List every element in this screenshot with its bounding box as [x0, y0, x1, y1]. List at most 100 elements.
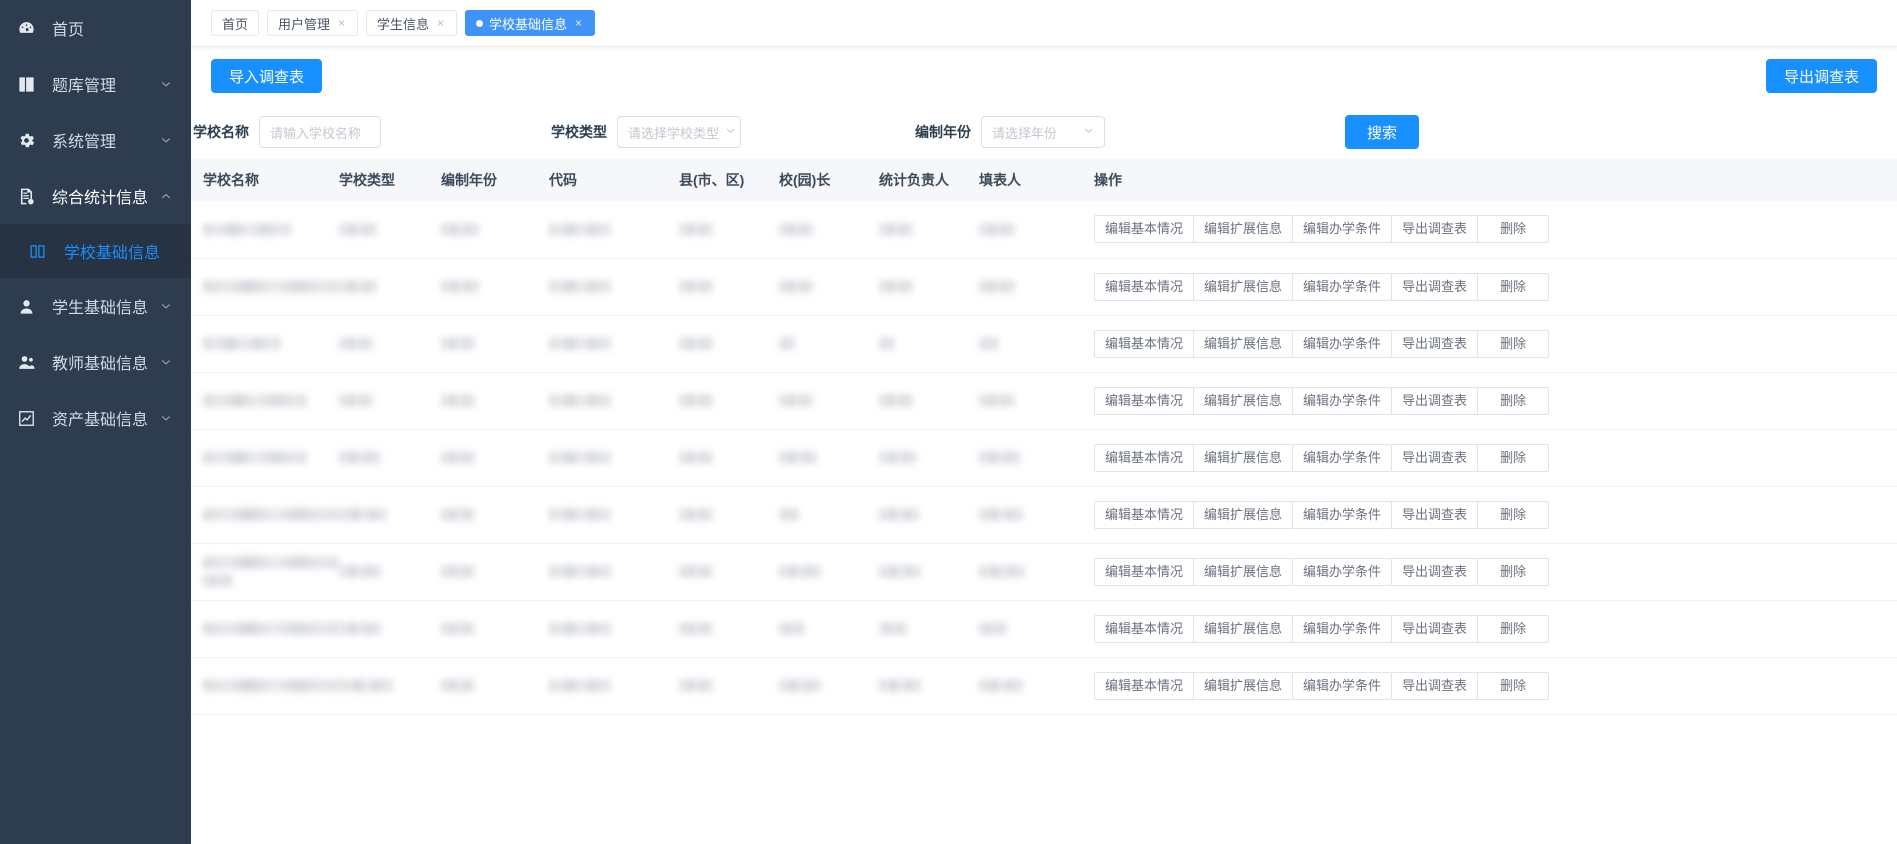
- close-icon[interactable]: ×: [435, 17, 446, 29]
- sidebar-item-student-info[interactable]: 学生基础信息: [0, 278, 191, 334]
- export-survey-row-button[interactable]: 导出调查表: [1391, 557, 1479, 586]
- edit-school-conditions-button[interactable]: 编辑办学条件: [1292, 272, 1393, 301]
- export-survey-row-button[interactable]: 导出调查表: [1391, 386, 1479, 415]
- edit-extended-info-button[interactable]: 编辑扩展信息: [1193, 671, 1294, 700]
- sidebar-item-question-bank[interactable]: 题库管理: [0, 56, 191, 112]
- school-name-input[interactable]: 请输入学校名称: [259, 116, 381, 148]
- edit-extended-info-button[interactable]: 编辑扩展信息: [1193, 215, 1294, 244]
- sidebar-item-statistics[interactable]: 综合统计信息: [0, 168, 191, 224]
- sidebar-item-system[interactable]: 系统管理: [0, 112, 191, 168]
- search-button[interactable]: 搜索: [1345, 115, 1420, 149]
- table-cell-redacted: [879, 543, 979, 601]
- sidebar-item-school-basic-info[interactable]: 学校基础信息: [0, 224, 191, 278]
- sidebar: 首页 题库管理 系统管理 综合统计信息 学校基础信息 学生基础信息 教师基础信息…: [0, 0, 191, 844]
- table-cell-actions: 编辑基本情况 编辑扩展信息 编辑办学条件 导出调查表 删除: [1094, 372, 1897, 430]
- edit-extended-info-button[interactable]: 编辑扩展信息: [1193, 500, 1294, 529]
- edit-basic-info-button[interactable]: 编辑基本情况: [1094, 329, 1195, 358]
- close-icon[interactable]: ×: [336, 17, 347, 29]
- edit-extended-info-button[interactable]: 编辑扩展信息: [1193, 386, 1294, 415]
- tab-school-basic-info[interactable]: 学校基础信息 ×: [465, 10, 596, 36]
- export-survey-button[interactable]: 导出调查表: [1765, 59, 1877, 93]
- table-cell-actions: 编辑基本情况 编辑扩展信息 编辑办学条件 导出调查表 删除: [1094, 201, 1897, 259]
- edit-basic-info-button[interactable]: 编辑基本情况: [1094, 614, 1195, 643]
- delete-row-button[interactable]: 删除: [1477, 215, 1550, 244]
- school-table: 学校名称 学校类型 编制年份 代码 县(市、区) 校(园)长 统计负责人 填表人…: [191, 159, 1897, 715]
- export-survey-row-button[interactable]: 导出调查表: [1391, 500, 1479, 529]
- delete-row-button[interactable]: 删除: [1477, 443, 1550, 472]
- table-cell-redacted: [339, 258, 441, 316]
- active-dot-icon: [476, 19, 484, 27]
- table-cell-redacted: [879, 372, 979, 430]
- edit-basic-info-button[interactable]: 编辑基本情况: [1094, 443, 1195, 472]
- edit-extended-info-button[interactable]: 编辑扩展信息: [1193, 272, 1294, 301]
- table-row: 编辑基本情况 编辑扩展信息 编辑办学条件 导出调查表 删除: [191, 486, 1897, 544]
- delete-row-button[interactable]: 删除: [1477, 557, 1550, 586]
- export-survey-row-button[interactable]: 导出调查表: [1391, 671, 1479, 700]
- export-survey-row-button[interactable]: 导出调查表: [1391, 272, 1479, 301]
- edit-extended-info-button[interactable]: 编辑扩展信息: [1193, 443, 1294, 472]
- tab-user-management[interactable]: 用户管理 ×: [267, 10, 359, 36]
- sidebar-item-label: 资产基础信息: [52, 412, 149, 429]
- edit-extended-info-button[interactable]: 编辑扩展信息: [1193, 614, 1294, 643]
- export-survey-row-button[interactable]: 导出调查表: [1391, 614, 1479, 643]
- chevron-down-icon: [159, 355, 173, 369]
- tab-home[interactable]: 首页: [211, 10, 260, 36]
- edit-basic-info-button[interactable]: 编辑基本情况: [1094, 671, 1195, 700]
- export-survey-row-button[interactable]: 导出调查表: [1391, 329, 1479, 358]
- table-row: 编辑基本情况 编辑扩展信息 编辑办学条件 导出调查表 删除: [191, 372, 1897, 430]
- edit-school-conditions-button[interactable]: 编辑办学条件: [1292, 500, 1393, 529]
- table-cell-redacted: [441, 657, 549, 715]
- delete-row-button[interactable]: 删除: [1477, 614, 1550, 643]
- compile-year-select[interactable]: 请选择年份: [981, 116, 1105, 148]
- edit-basic-info-button[interactable]: 编辑基本情况: [1094, 215, 1195, 244]
- edit-extended-info-button[interactable]: 编辑扩展信息: [1193, 329, 1294, 358]
- edit-school-conditions-button[interactable]: 编辑办学条件: [1292, 443, 1393, 472]
- table-cell-redacted: [779, 486, 879, 544]
- gear-icon: [14, 128, 38, 152]
- edit-school-conditions-button[interactable]: 编辑办学条件: [1292, 386, 1393, 415]
- tab-student-info[interactable]: 学生信息 ×: [366, 10, 458, 36]
- edit-school-conditions-button[interactable]: 编辑办学条件: [1292, 329, 1393, 358]
- table-cell-redacted: [779, 429, 879, 487]
- tab-bar: 首页 用户管理 × 学生信息 × 学校基础信息 ×: [191, 0, 1897, 47]
- sidebar-item-asset-info[interactable]: 资产基础信息: [0, 390, 191, 446]
- sidebar-item-home[interactable]: 首页: [0, 0, 191, 56]
- tab-label: 用户管理: [278, 16, 331, 32]
- table-cell-redacted: [879, 600, 979, 658]
- edit-school-conditions-button[interactable]: 编辑办学条件: [1292, 671, 1393, 700]
- table-cell-redacted: [549, 372, 679, 430]
- delete-row-button[interactable]: 删除: [1477, 500, 1550, 529]
- delete-row-button[interactable]: 删除: [1477, 272, 1550, 301]
- table-cell-redacted: [441, 429, 549, 487]
- table-cell-redacted: [191, 258, 339, 316]
- table-cell-redacted: [979, 543, 1094, 601]
- sidebar-item-teacher-info[interactable]: 教师基础信息: [0, 334, 191, 390]
- table-cell-redacted: [549, 258, 679, 316]
- edit-basic-info-button[interactable]: 编辑基本情况: [1094, 500, 1195, 529]
- edit-basic-info-button[interactable]: 编辑基本情况: [1094, 557, 1195, 586]
- school-type-label: 学校类型: [551, 124, 607, 140]
- school-type-placeholder: 请选择学校类型: [628, 125, 720, 141]
- edit-basic-info-button[interactable]: 编辑基本情况: [1094, 272, 1195, 301]
- close-icon[interactable]: ×: [573, 17, 584, 29]
- school-name-placeholder: 请输入学校名称: [270, 125, 362, 141]
- main-area: 首页 用户管理 × 学生信息 × 学校基础信息 × 导入调查表 导出调查表 学校…: [191, 0, 1897, 844]
- table-cell-redacted: [441, 372, 549, 430]
- edit-school-conditions-button[interactable]: 编辑办学条件: [1292, 557, 1393, 586]
- col-compile-year: 编制年份: [441, 159, 549, 201]
- table-cell-redacted: [679, 543, 779, 601]
- delete-row-button[interactable]: 删除: [1477, 386, 1550, 415]
- table-cell-redacted: [339, 429, 441, 487]
- delete-row-button[interactable]: 删除: [1477, 671, 1550, 700]
- export-survey-row-button[interactable]: 导出调查表: [1391, 215, 1479, 244]
- edit-basic-info-button[interactable]: 编辑基本情况: [1094, 386, 1195, 415]
- edit-school-conditions-button[interactable]: 编辑办学条件: [1292, 215, 1393, 244]
- table-cell-redacted: [549, 600, 679, 658]
- table-cell-redacted: [779, 600, 879, 658]
- edit-school-conditions-button[interactable]: 编辑办学条件: [1292, 614, 1393, 643]
- export-survey-row-button[interactable]: 导出调查表: [1391, 443, 1479, 472]
- import-survey-button[interactable]: 导入调查表: [211, 59, 323, 93]
- edit-extended-info-button[interactable]: 编辑扩展信息: [1193, 557, 1294, 586]
- delete-row-button[interactable]: 删除: [1477, 329, 1550, 358]
- school-type-select[interactable]: 请选择学校类型: [617, 116, 741, 148]
